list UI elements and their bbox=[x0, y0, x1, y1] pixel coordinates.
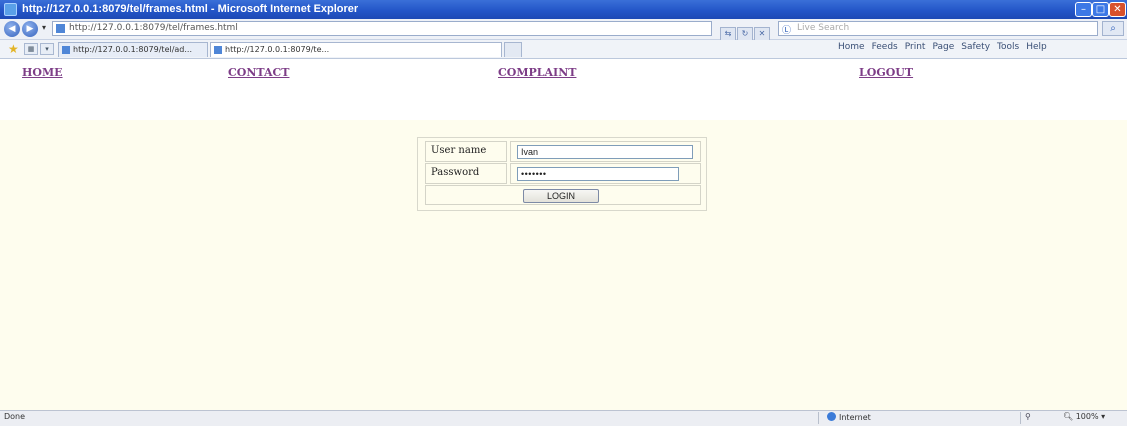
ie-logo-icon bbox=[4, 3, 17, 16]
top-navigation: HOME CONTACT COMPLAINT LOGOUT bbox=[0, 59, 1127, 120]
forward-button[interactable]: ▶ bbox=[22, 21, 38, 37]
username-label-cell: User name bbox=[425, 141, 507, 162]
command-bar: Home Feeds Print Page Safety Tools Help bbox=[838, 42, 1054, 52]
help-menu[interactable]: Help bbox=[1026, 42, 1047, 52]
nav-link-home[interactable]: HOME bbox=[22, 66, 63, 79]
window-title: http://127.0.0.1:8079/tel/frames.html - … bbox=[22, 3, 359, 15]
status-bar: Done Internet ⚲ 🔍︎ 100% ▾ bbox=[0, 410, 1127, 426]
username-label: User name bbox=[431, 145, 487, 156]
safety-menu[interactable]: Safety bbox=[961, 42, 990, 52]
stop-icon[interactable]: ✕ bbox=[754, 27, 770, 41]
nav-link-complaint[interactable]: COMPLAINT bbox=[498, 66, 576, 79]
new-tab-button[interactable] bbox=[504, 42, 522, 57]
refresh-icon[interactable]: ↻ bbox=[737, 27, 753, 41]
status-divider bbox=[1020, 412, 1021, 424]
username-input[interactable]: Ivan bbox=[517, 145, 693, 159]
username-input-cell: Ivan bbox=[510, 141, 701, 162]
magnifier-icon: 🔍︎ bbox=[1063, 412, 1074, 421]
status-text: Done bbox=[4, 412, 26, 421]
login-form: User name Ivan Password ••••••• LOGIN bbox=[417, 137, 707, 211]
address-buttons: ⇆ ↻ ✕ bbox=[720, 21, 774, 41]
protected-mode-icon: ⚲ bbox=[1025, 412, 1031, 421]
page-icon bbox=[56, 24, 65, 33]
search-button[interactable]: ⌕ bbox=[1102, 21, 1124, 36]
nav-link-contact[interactable]: CONTACT bbox=[228, 66, 289, 79]
page-menu[interactable]: Page bbox=[932, 42, 954, 52]
login-button[interactable]: LOGIN bbox=[523, 189, 599, 203]
search-placeholder: Live Search bbox=[797, 23, 850, 33]
window-title-bar[interactable]: http://127.0.0.1:8079/tel/frames.html - … bbox=[0, 0, 1127, 19]
globe-icon bbox=[827, 412, 836, 421]
password-label: Password bbox=[431, 167, 480, 178]
nav-link-logout[interactable]: LOGOUT bbox=[859, 66, 913, 79]
live-search-logo-icon: Ⓛ bbox=[782, 26, 792, 36]
tab-list-icon[interactable]: ▾ bbox=[40, 43, 54, 55]
tab-1[interactable]: http://127.0.0.1:8079/tel/ad... bbox=[58, 42, 208, 57]
close-button[interactable]: ✕ bbox=[1109, 2, 1126, 17]
password-input-cell: ••••••• bbox=[510, 163, 701, 184]
tools-menu[interactable]: Tools bbox=[997, 42, 1019, 52]
page-content: HOME CONTACT COMPLAINT LOGOUT User name … bbox=[0, 59, 1127, 410]
quick-tabs-icon[interactable]: ▦ bbox=[24, 43, 38, 55]
print-tool[interactable]: Print bbox=[905, 42, 926, 52]
go-icon[interactable]: ⇆ bbox=[720, 27, 736, 41]
back-arrow-icon: ◀ bbox=[8, 24, 16, 34]
home-tool[interactable]: Home bbox=[838, 42, 865, 52]
page-icon bbox=[62, 46, 70, 54]
zoom-value: 100% bbox=[1075, 412, 1099, 421]
password-label-cell: Password bbox=[425, 163, 507, 184]
password-input[interactable]: ••••••• bbox=[517, 167, 679, 181]
search-input[interactable]: Ⓛ Live Search bbox=[778, 21, 1098, 36]
zone-label: Internet bbox=[839, 413, 871, 422]
address-toolbar: ◀ ▶ ▾ http://127.0.0.1:8079/tel/frames.h… bbox=[0, 19, 1127, 41]
feeds-tool[interactable]: Feeds bbox=[872, 42, 898, 52]
security-zone[interactable]: Internet bbox=[827, 412, 871, 422]
tab-label: http://127.0.0.1:8079/tel/ad... bbox=[73, 45, 193, 54]
back-button[interactable]: ◀ bbox=[4, 21, 20, 37]
maximize-button[interactable]: □ bbox=[1092, 2, 1109, 17]
minimize-button[interactable]: – bbox=[1075, 2, 1092, 17]
tab-2[interactable]: http://127.0.0.1:8079/te... bbox=[210, 42, 502, 57]
zoom-level[interactable]: 🔍︎ 100% ▾ bbox=[1063, 412, 1105, 421]
tab-bar: ★ ▦ ▾ http://127.0.0.1:8079/tel/ad... ht… bbox=[0, 40, 1127, 59]
forward-arrow-icon: ▶ bbox=[26, 24, 34, 34]
login-button-row: LOGIN bbox=[425, 185, 701, 205]
page-icon bbox=[214, 46, 222, 54]
history-dropdown-icon[interactable]: ▾ bbox=[42, 23, 46, 32]
address-url: http://127.0.0.1:8079/tel/frames.html bbox=[69, 23, 238, 33]
status-divider bbox=[818, 412, 819, 424]
favorites-star-icon[interactable]: ★ bbox=[8, 42, 19, 56]
address-input[interactable]: http://127.0.0.1:8079/tel/frames.html bbox=[52, 21, 712, 36]
tab-label: http://127.0.0.1:8079/te... bbox=[225, 45, 330, 54]
